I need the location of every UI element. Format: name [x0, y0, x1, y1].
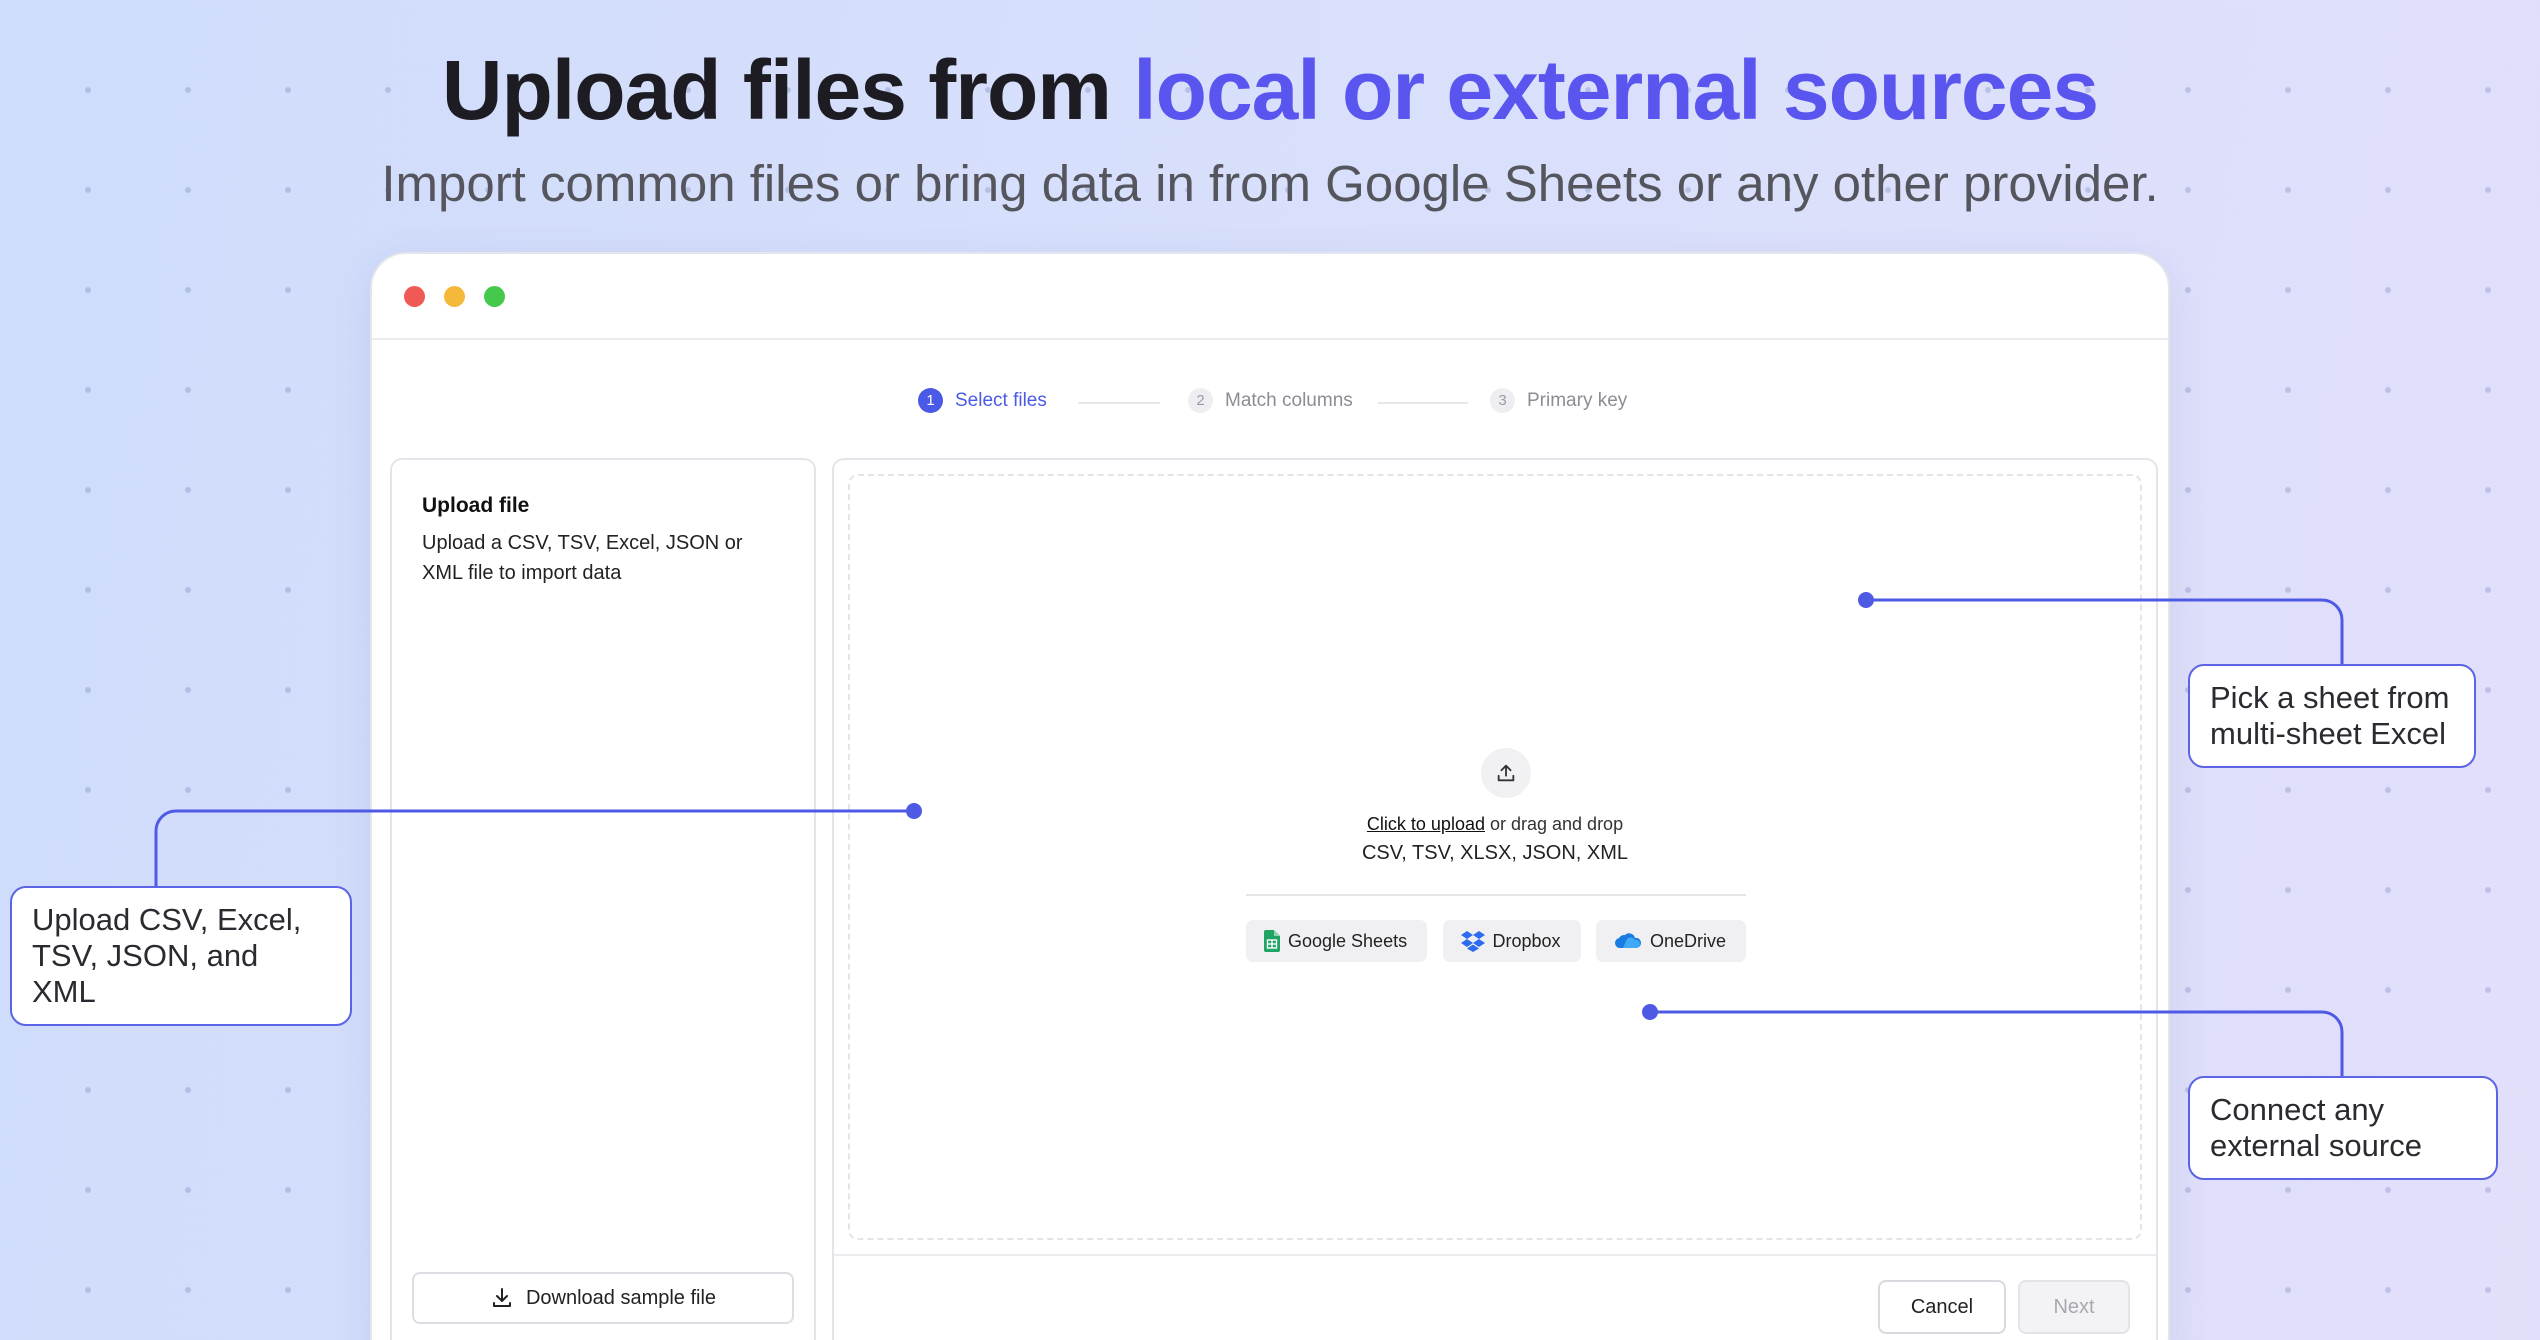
- step-connector: [1078, 402, 1160, 404]
- maximize-window-dot[interactable]: [484, 286, 505, 307]
- dropbox-icon: [1460, 931, 1485, 952]
- step-connector: [1378, 402, 1468, 404]
- onedrive-icon: [1614, 933, 1641, 948]
- minimize-window-dot[interactable]: [444, 286, 465, 307]
- callout-upload: Upload CSV, Excel, TSV, JSON, and XML: [10, 886, 352, 1026]
- page-title: Upload files from local or external sour…: [0, 42, 2540, 139]
- page-subtitle: Import common files or bring data in fro…: [381, 155, 2159, 212]
- import-stepper: 1 Select files 2 Match columns 3 Primary…: [372, 388, 2168, 418]
- step-label: Primary key: [1527, 389, 1628, 411]
- title-accent: local or external sources: [1133, 43, 2099, 137]
- upload-file-title: Upload file: [422, 494, 530, 517]
- upload-main-panel: Click to upload or drag and drop CSV, TS…: [832, 458, 2158, 1340]
- step-number: 1: [918, 388, 943, 413]
- window-titlebar: [372, 254, 2168, 340]
- callout-connect: Connect any external source: [2188, 1076, 2498, 1180]
- onedrive-button[interactable]: OneDrive: [1595, 920, 1746, 962]
- upload-file-description: Upload a CSV, TSV, Excel, JSON or XML fi…: [422, 532, 743, 584]
- download-sample-button[interactable]: Download sample file: [412, 1272, 794, 1324]
- drag-drop-text: or drag and drop: [1484, 814, 1624, 834]
- supported-formats: CSV, TSV, XLSX, JSON, XML: [1361, 842, 1629, 864]
- upload-icon: [1497, 764, 1515, 782]
- step-label: Select files: [955, 389, 1047, 411]
- close-window-dot[interactable]: [404, 286, 425, 307]
- google-sheets-icon: [1264, 930, 1280, 952]
- step-label: Match columns: [1225, 389, 1353, 411]
- title-plain: Upload files from: [441, 43, 1134, 137]
- download-sample-label: Download sample file: [525, 1286, 717, 1309]
- dropzone-divider: [1246, 894, 1746, 896]
- provider-label: Dropbox: [1492, 930, 1561, 951]
- provider-label: OneDrive: [1649, 930, 1726, 951]
- google-sheets-button[interactable]: Google Sheets: [1246, 920, 1428, 962]
- provider-label: Google Sheets: [1288, 930, 1408, 951]
- cancel-button[interactable]: Cancel: [1878, 1280, 2006, 1334]
- dropbox-button[interactable]: Dropbox: [1442, 920, 1581, 962]
- app-window: 1 Select files 2 Match columns 3 Primary…: [370, 252, 2170, 1340]
- step-number: 3: [1490, 388, 1515, 413]
- upload-info-panel: Upload file Upload a CSV, TSV, Excel, JS…: [390, 458, 816, 1340]
- file-dropzone[interactable]: Click to upload or drag and drop CSV, TS…: [848, 474, 2142, 1240]
- step-number: 2: [1188, 388, 1213, 413]
- step-primary-key[interactable]: 3 Primary key: [1490, 388, 1627, 413]
- next-button[interactable]: Next: [2018, 1280, 2130, 1334]
- provider-list: Google Sheets Dropbox OneDrive: [1246, 920, 1746, 962]
- step-select-files[interactable]: 1 Select files: [918, 388, 1047, 413]
- footer-divider: [834, 1254, 2156, 1256]
- step-match-columns[interactable]: 2 Match columns: [1188, 388, 1353, 413]
- upload-instructions: Click to upload or drag and drop: [850, 814, 2140, 835]
- click-to-upload-link[interactable]: Click to upload: [1367, 814, 1485, 834]
- upload-button-circle[interactable]: [1481, 748, 1531, 798]
- callout-sheet: Pick a sheet from multi-sheet Excel: [2188, 664, 2476, 768]
- download-icon: [492, 1288, 511, 1307]
